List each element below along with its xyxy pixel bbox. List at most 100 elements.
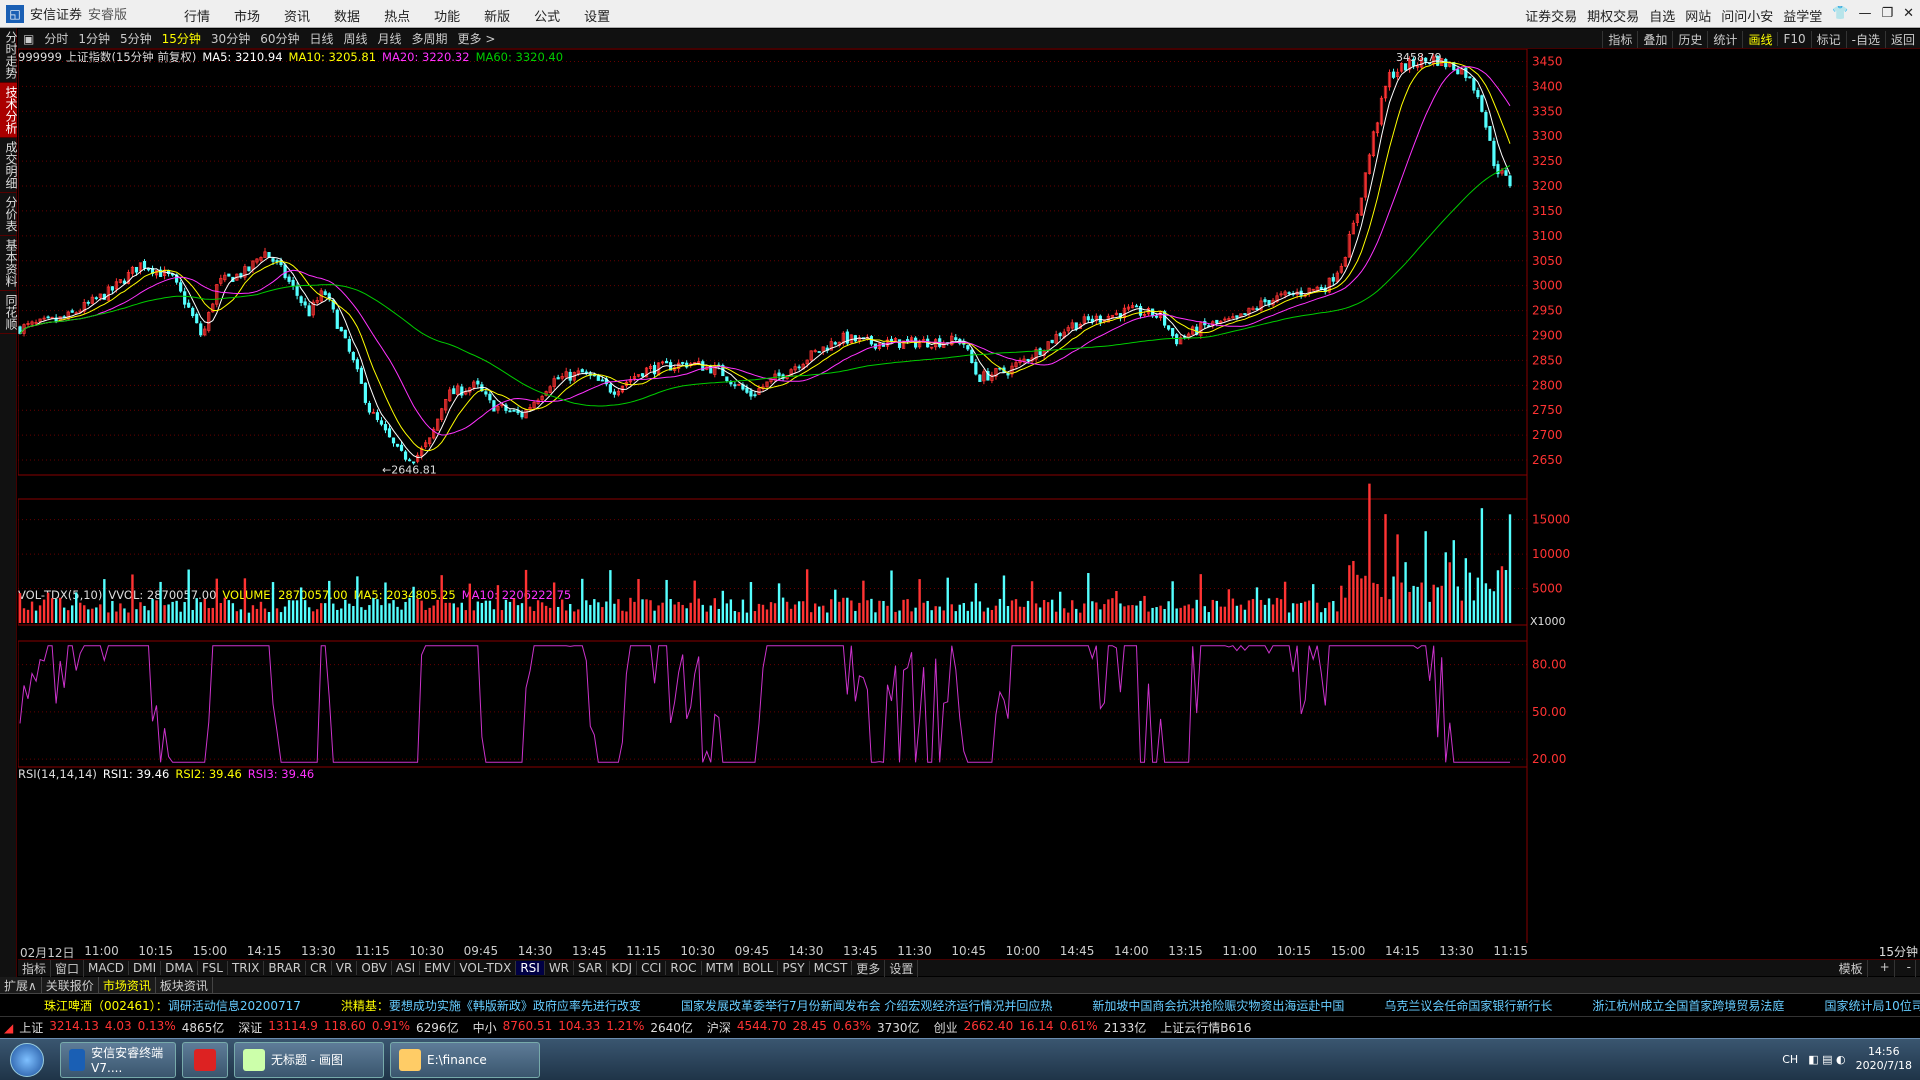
indicator-19[interactable]: ROC	[666, 961, 702, 975]
indicator-11[interactable]: ASI	[392, 961, 421, 975]
restore-icon[interactable]: ❐	[1881, 6, 1893, 25]
indicator-2[interactable]: MACD	[84, 961, 130, 975]
bottom-tab-2[interactable]: 市场资讯	[99, 976, 156, 994]
ticker-item[interactable]: 浙江杭州成立全国首家跨境贸易法庭	[1592, 997, 1784, 1014]
indicator-23[interactable]: MCST	[810, 961, 853, 975]
minimize-icon[interactable]: —	[1858, 6, 1871, 25]
ticker-item[interactable]: 国家发展改革委举行7月份新闻发布会 介绍宏观经济运行情况并回应热	[681, 997, 1052, 1014]
indicator-17[interactable]: KDJ	[607, 961, 638, 975]
period-5[interactable]: 60分钟	[255, 30, 304, 47]
top-right-item-4[interactable]: 问问小安	[1721, 6, 1773, 25]
vertical-tab-5[interactable]: 同花顺	[0, 291, 18, 334]
clock[interactable]: 14:56 2020/7/18	[1856, 1045, 1912, 1073]
indicator-20[interactable]: MTM	[702, 961, 739, 975]
close-icon[interactable]: ✕	[1903, 6, 1914, 25]
indicator-3[interactable]: DMI	[129, 961, 162, 975]
idx-right-1[interactable]: +	[1876, 959, 1895, 977]
index-stat[interactable]: 创业 2662.40 16.14 0.61% 2133亿	[934, 1019, 1147, 1036]
ticker-item[interactable]: 国家统计局10位司局	[1824, 997, 1920, 1014]
ticker-item[interactable]: 新加坡中国商会抗洪抢险赈灾物资出海运赴中国	[1092, 997, 1344, 1014]
indicator-5[interactable]: FSL	[198, 961, 228, 975]
period-3[interactable]: 15分钟	[157, 30, 206, 47]
taskbar-app-paint[interactable]: 无标题 - 画图	[234, 1041, 384, 1078]
indicator-9[interactable]: VR	[332, 961, 358, 975]
period-8[interactable]: 月线	[373, 30, 407, 47]
indicator-16[interactable]: SAR	[574, 961, 608, 975]
menu-item-5[interactable]: 功能	[422, 6, 472, 25]
indicator-4[interactable]: DMA	[161, 961, 198, 975]
chart-area[interactable]: 2650 2700 2750 2800 2850 2900 2950 3000 3050 3100…	[18, 49, 1920, 943]
vertical-tab-2[interactable]: 成交明细	[0, 138, 18, 193]
menu-item-4[interactable]: 热点	[372, 6, 422, 25]
indicator-8[interactable]: CR	[306, 961, 332, 975]
vertical-tab-3[interactable]: 分价表	[0, 193, 18, 236]
tool-5[interactable]: F10	[1777, 32, 1810, 46]
taskbar-app-explorer[interactable]: E:\finance	[390, 1041, 540, 1078]
tool-8[interactable]: 返回	[1884, 30, 1920, 48]
indicator-7[interactable]: BRAR	[264, 961, 307, 975]
indicator-21[interactable]: BOLL	[739, 961, 779, 975]
menu-item-7[interactable]: 公式	[522, 6, 572, 25]
top-right-item-2[interactable]: 自选	[1649, 6, 1675, 25]
menu-item-1[interactable]: 市场	[222, 6, 272, 25]
index-stat[interactable]: 深证 13114.9 118.60 0.91% 6296亿	[238, 1019, 458, 1036]
period-0[interactable]: 分时	[39, 30, 73, 47]
tool-6[interactable]: 标记	[1810, 30, 1846, 48]
idx-right-0[interactable]: 模板	[1835, 959, 1868, 977]
taskbar-app-anxin[interactable]: 安信安睿终端V7....	[60, 1041, 176, 1078]
top-right-item-0[interactable]: 证券交易	[1525, 6, 1577, 25]
tool-4[interactable]: 画线	[1742, 30, 1777, 48]
period-10[interactable]: 更多 >	[453, 30, 501, 47]
period-1[interactable]: 1分钟	[73, 30, 115, 47]
menu-item-2[interactable]: 资讯	[272, 6, 322, 25]
top-right-item-5[interactable]: 益学堂	[1783, 6, 1822, 25]
indicator-0[interactable]: 指标	[18, 959, 52, 977]
period-4[interactable]: 30分钟	[206, 30, 255, 47]
indicator-12[interactable]: EMV	[420, 961, 456, 975]
toggle-panel-icon[interactable]: ▣	[18, 32, 39, 46]
indicator-13[interactable]: VOL-TDX	[455, 961, 517, 975]
tool-1[interactable]: 叠加	[1637, 30, 1672, 48]
index-stat[interactable]: 中小 8760.51 104.33 1.21% 2640亿	[473, 1019, 693, 1036]
menu-item-0[interactable]: 行情	[172, 6, 222, 25]
tool-7[interactable]: -自选	[1845, 30, 1885, 48]
vertical-tab-4[interactable]: 基本资料	[0, 236, 18, 291]
bottom-tab-0[interactable]: 扩展∧	[0, 976, 42, 994]
tool-2[interactable]: 历史	[1672, 30, 1707, 48]
indicator-15[interactable]: WR	[545, 961, 575, 975]
period-2[interactable]: 5分钟	[115, 30, 157, 47]
tool-0[interactable]: 指标	[1602, 30, 1637, 48]
index-stat[interactable]: 沪深 4544.70 28.45 0.63% 3730亿	[707, 1019, 920, 1036]
bottom-tab-3[interactable]: 板块资讯	[156, 976, 213, 994]
ticker-item[interactable]: 珠江啤酒（002461）：调研活动信息20200717	[44, 997, 301, 1014]
indicator-22[interactable]: PSY	[778, 961, 810, 975]
menu-item-8[interactable]: 设置	[572, 6, 622, 25]
shirt-icon[interactable]: 👕	[1832, 6, 1848, 25]
menu-item-3[interactable]: 数据	[322, 6, 372, 25]
vertical-tab-0[interactable]: 分时走势	[0, 28, 18, 83]
period-9[interactable]: 多周期	[407, 30, 453, 47]
idx-right-2[interactable]: -	[1903, 959, 1916, 977]
menu-item-6[interactable]: 新版	[472, 6, 522, 25]
indicator-10[interactable]: OBV	[357, 961, 392, 975]
tool-3[interactable]: 统计	[1707, 30, 1742, 48]
x-period-label[interactable]: 15分钟	[1879, 943, 1918, 960]
indicator-14[interactable]: RSI	[516, 961, 545, 975]
ticker-item[interactable]: 洪精基：要想成功实施《韩版新政》政府应率先进行改变	[341, 997, 641, 1014]
bottom-tab-1[interactable]: 关联报价	[42, 976, 99, 994]
tray-icons[interactable]: ◧ ▤ ◐	[1808, 1053, 1845, 1066]
indicator-25[interactable]: 设置	[885, 959, 919, 977]
indicator-6[interactable]: TRIX	[228, 961, 265, 975]
index-stat[interactable]: 上证 3214.13 4.03 0.13% 4865亿	[19, 1019, 224, 1036]
top-right-item-3[interactable]: 网站	[1685, 6, 1711, 25]
period-6[interactable]: 日线	[304, 30, 338, 47]
ime-indicator[interactable]: CH	[1782, 1053, 1798, 1066]
indicator-18[interactable]: CCI	[637, 961, 667, 975]
indicator-24[interactable]: 更多	[852, 959, 886, 977]
period-7[interactable]: 周线	[339, 30, 373, 47]
top-right-item-1[interactable]: 期权交易	[1587, 6, 1639, 25]
indicator-1[interactable]: 窗口	[51, 959, 85, 977]
ticker-item[interactable]: 乌克兰议会任命国家银行新行长	[1384, 997, 1552, 1014]
start-button[interactable]	[0, 1040, 54, 1080]
taskbar-app-red[interactable]	[182, 1041, 228, 1078]
